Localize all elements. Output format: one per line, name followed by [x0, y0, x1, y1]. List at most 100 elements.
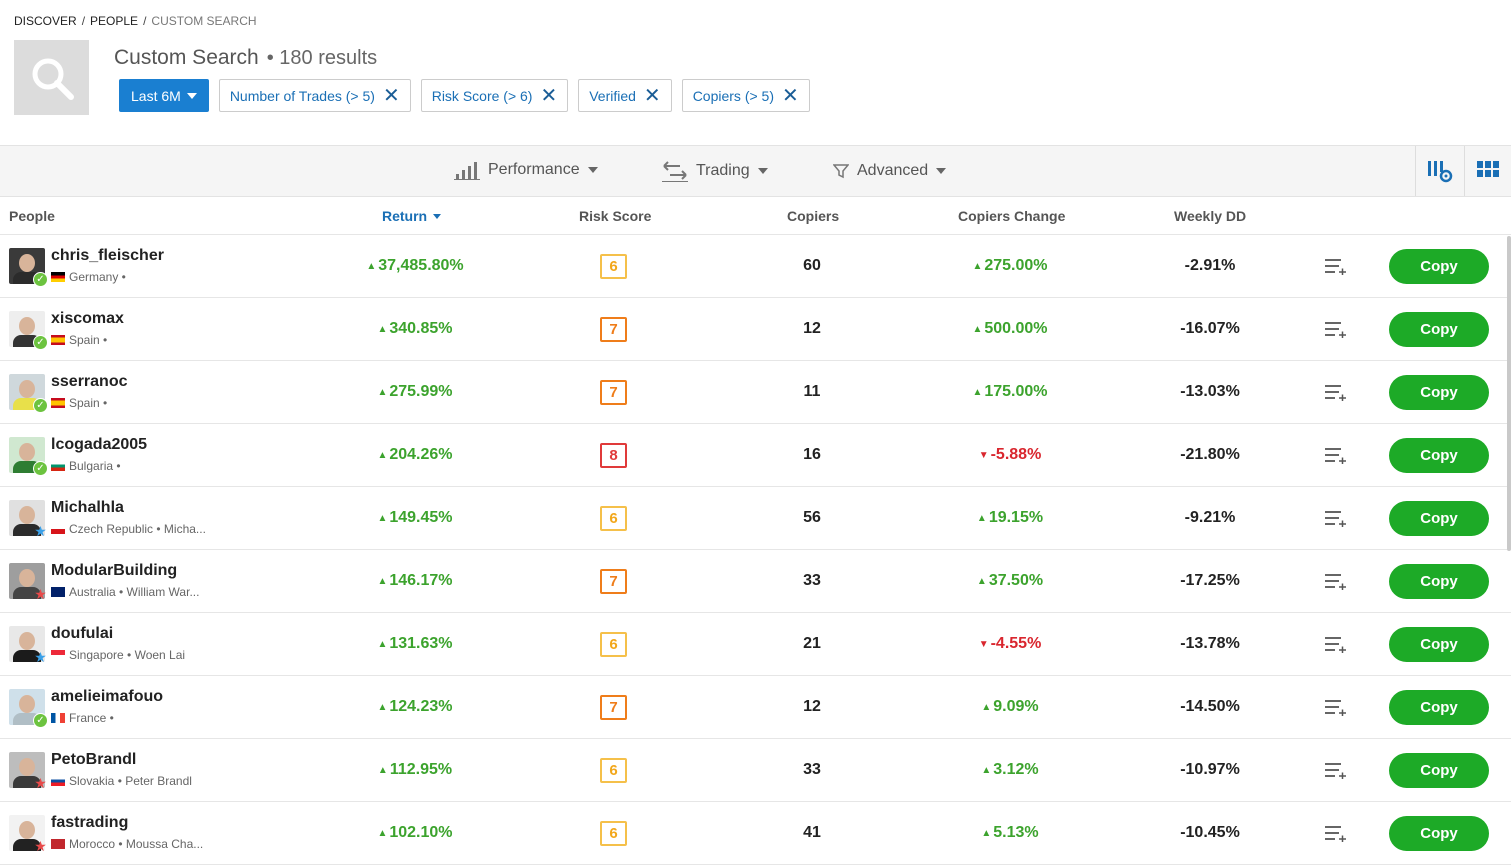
risk-score-badge: 6: [600, 821, 627, 846]
add-to-watchlist-button[interactable]: [1325, 761, 1347, 784]
scrollbar[interactable]: [1507, 236, 1511, 551]
filter-chip-trades[interactable]: Number of Trades (> 5) ✕: [218, 79, 411, 112]
table-row[interactable]: ✓ lcogada2005 Bulgaria • ▲ 204.26% 8 16 ▼…: [0, 424, 1511, 487]
performance-label: Performance: [488, 161, 580, 178]
table-row[interactable]: ★ ModularBuilding Australia • William Wa…: [0, 550, 1511, 613]
add-to-watchlist-button[interactable]: [1325, 446, 1347, 469]
weekly-dd-value: -10.97%: [1180, 761, 1240, 778]
add-to-list-icon: [1325, 700, 1346, 716]
add-to-watchlist-button[interactable]: [1325, 635, 1347, 658]
table-row[interactable]: ✓ chris_fleischer Germany • ▲ 37,485.80% …: [0, 235, 1511, 298]
breadcrumb-people[interactable]: PEOPLE: [90, 14, 138, 28]
close-icon[interactable]: ✕: [782, 86, 799, 106]
table-row[interactable]: ★ Michalhla Czech Republic • Micha... ▲ 1…: [0, 487, 1511, 550]
add-to-list-icon: [1325, 511, 1346, 527]
copiers-change-value: ▲ 9.09%: [940, 698, 1080, 716]
filter-chip-verified[interactable]: Verified ✕: [578, 79, 672, 112]
add-to-watchlist-button[interactable]: [1325, 824, 1347, 847]
copy-button[interactable]: Copy: [1389, 816, 1489, 851]
add-to-watchlist-button[interactable]: [1325, 572, 1347, 595]
period-dropdown[interactable]: Last 6M: [119, 79, 209, 112]
filter-toolbar: Performance Trading Advanced: [0, 145, 1511, 197]
column-settings-button[interactable]: [1426, 158, 1454, 189]
performance-menu[interactable]: Performance: [454, 160, 598, 180]
table-row[interactable]: ★ doufulai Singapore • Woen Lai ▲ 131.63%…: [0, 613, 1511, 676]
weekly-dd-value: -14.50%: [1180, 698, 1240, 715]
copiers-value: 12: [803, 698, 821, 715]
copy-button[interactable]: Copy: [1389, 564, 1489, 599]
username-link[interactable]: doufulai: [51, 625, 113, 643]
column-header-return[interactable]: Return: [382, 208, 442, 224]
grid-view-icon: [1477, 161, 1499, 177]
risk-score-badge: 6: [600, 506, 627, 531]
copy-button[interactable]: Copy: [1389, 690, 1489, 725]
copy-button[interactable]: Copy: [1389, 438, 1489, 473]
username-link[interactable]: Michalhla: [51, 499, 124, 517]
close-icon[interactable]: ✕: [644, 86, 661, 106]
copiers-change-value: ▲ 5.13%: [940, 824, 1080, 842]
user-info: Czech Republic • Micha...: [51, 522, 206, 536]
copiers-value: 33: [803, 761, 821, 778]
table-row[interactable]: ★ fastrading Morocco • Moussa Cha... ▲ 10…: [0, 802, 1511, 865]
copy-button[interactable]: Copy: [1389, 249, 1489, 284]
filter-chip-risk[interactable]: Risk Score (> 6) ✕: [420, 79, 569, 112]
grid-view-button[interactable]: [1477, 161, 1499, 184]
username-link[interactable]: xiscomax: [51, 310, 124, 328]
weekly-dd-value: -9.21%: [1184, 509, 1236, 526]
table-row[interactable]: ✓ sserranoc Spain • ▲ 275.99% 7 11 ▲ 175.0…: [0, 361, 1511, 424]
table-row[interactable]: ★ PetoBrandl Slovakia • Peter Brandl ▲ 11…: [0, 739, 1511, 802]
trading-menu[interactable]: Trading: [662, 160, 768, 182]
copy-button[interactable]: Copy: [1389, 753, 1489, 788]
username-link[interactable]: chris_fleischer: [51, 247, 164, 265]
return-value: ▲ 112.95%: [330, 761, 500, 779]
return-text: 112.95%: [389, 761, 453, 778]
user-info: France •: [51, 711, 114, 725]
arrow-up-icon: ▲: [972, 324, 983, 335]
search-icon: [32, 58, 74, 100]
copiers-change-value: ▲ 37.50%: [940, 572, 1080, 590]
copy-button[interactable]: Copy: [1389, 627, 1489, 662]
copy-button[interactable]: Copy: [1389, 501, 1489, 536]
add-to-watchlist-button[interactable]: [1325, 509, 1347, 532]
add-to-watchlist-button[interactable]: [1325, 257, 1347, 280]
user-info: Bulgaria •: [51, 459, 121, 473]
username-link[interactable]: fastrading: [51, 814, 128, 832]
username-link[interactable]: amelieimafouo: [51, 688, 163, 706]
advanced-label: Advanced: [857, 162, 929, 179]
username-link[interactable]: lcogada2005: [51, 436, 147, 454]
add-to-watchlist-button[interactable]: [1325, 383, 1347, 406]
copiers-change-text: 275.00%: [984, 257, 1048, 274]
filter-chip-copiers[interactable]: Copiers (> 5) ✕: [681, 79, 810, 112]
column-settings-icon: [1428, 161, 1453, 183]
copiers-change-value: ▼ -5.88%: [940, 446, 1080, 464]
verified-badge-icon: ✓: [33, 713, 48, 728]
table-row[interactable]: ✓ amelieimafouo France • ▲ 124.23% 7 12 ▲…: [0, 676, 1511, 739]
copiers-value: 41: [803, 824, 821, 841]
copiers-value: 21: [803, 635, 821, 652]
username-link[interactable]: ModularBuilding: [51, 562, 177, 580]
copiers-change-value: ▲ 175.00%: [940, 383, 1080, 401]
arrow-up-icon: ▲: [377, 450, 388, 461]
breadcrumb-discover[interactable]: DISCOVER: [14, 14, 77, 28]
copy-button[interactable]: Copy: [1389, 375, 1489, 410]
column-header-risk[interactable]: Risk Score: [579, 208, 651, 224]
table-row[interactable]: ✓ xiscomax Spain • ▲ 340.85% 7 12 ▲ 500.00…: [0, 298, 1511, 361]
add-to-watchlist-button[interactable]: [1325, 698, 1347, 721]
close-icon[interactable]: ✕: [383, 86, 400, 106]
arrow-up-icon: ▲: [377, 576, 388, 587]
username-link[interactable]: sserranoc: [51, 373, 128, 391]
column-header-copiers-change[interactable]: Copiers Change: [958, 208, 1065, 224]
column-header-weekly-dd[interactable]: Weekly DD: [1174, 208, 1246, 224]
username-link[interactable]: PetoBrandl: [51, 751, 136, 769]
column-header-copiers[interactable]: Copiers: [787, 208, 839, 224]
return-value: ▲ 146.17%: [330, 572, 500, 590]
copy-button[interactable]: Copy: [1389, 312, 1489, 347]
advanced-menu[interactable]: Advanced: [833, 162, 947, 180]
sort-down-icon: [433, 213, 442, 219]
user-info: Australia • William War...: [51, 585, 199, 599]
return-value: ▲ 102.10%: [330, 824, 500, 842]
column-header-people[interactable]: People: [9, 208, 55, 224]
add-to-watchlist-button[interactable]: [1325, 320, 1347, 343]
user-info-text: Bulgaria •: [69, 459, 121, 473]
close-icon[interactable]: ✕: [540, 86, 557, 106]
